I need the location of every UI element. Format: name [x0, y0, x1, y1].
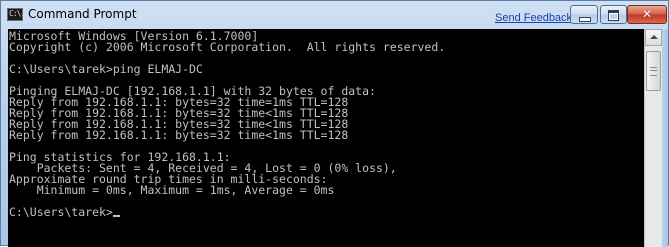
console-line: Minimum = 0ms, Maximum = 1ms, Average = … — [9, 183, 335, 197]
window-frame-right — [662, 29, 668, 247]
grip-icon — [650, 67, 657, 76]
console-line: C:\Users\tarek>ping ELMAJ-DC — [9, 62, 203, 76]
console-line: Reply from 192.168.1.1: bytes=32 time<1m… — [9, 128, 349, 142]
close-icon: ✕ — [641, 7, 653, 21]
maximize-button[interactable] — [600, 5, 627, 24]
vertical-scrollbar[interactable] — [644, 29, 662, 247]
send-feedback-link[interactable]: Send Feedback — [495, 12, 572, 25]
command-prompt-window: C:\. Command Prompt Send Feedback ✕ Micr… — [0, 0, 669, 247]
cmd-icon[interactable]: C:\. — [7, 8, 25, 21]
minimize-button[interactable] — [570, 5, 598, 24]
minimize-icon — [579, 17, 591, 22]
console-output: Microsoft Windows [Version 6.1.7000] Copy… — [9, 30, 446, 218]
maximize-icon — [608, 10, 619, 21]
cmd-icon-text: C:\. — [9, 9, 25, 18]
window-title: Command Prompt — [28, 7, 137, 21]
console-area[interactable]: Microsoft Windows [Version 6.1.7000] Copy… — [8, 29, 644, 247]
console-line: Copyright (c) 2006 Microsoft Corporation… — [9, 40, 446, 54]
scroll-thumb[interactable] — [646, 51, 661, 91]
title-bar[interactable]: C:\. Command Prompt Send Feedback ✕ — [1, 1, 668, 29]
close-button[interactable]: ✕ — [627, 5, 667, 24]
scroll-up-button[interactable] — [645, 29, 662, 46]
chevron-up-icon — [650, 35, 658, 39]
text-cursor — [112, 215, 120, 217]
console-line: C:\Users\tarek> — [9, 206, 445, 218]
